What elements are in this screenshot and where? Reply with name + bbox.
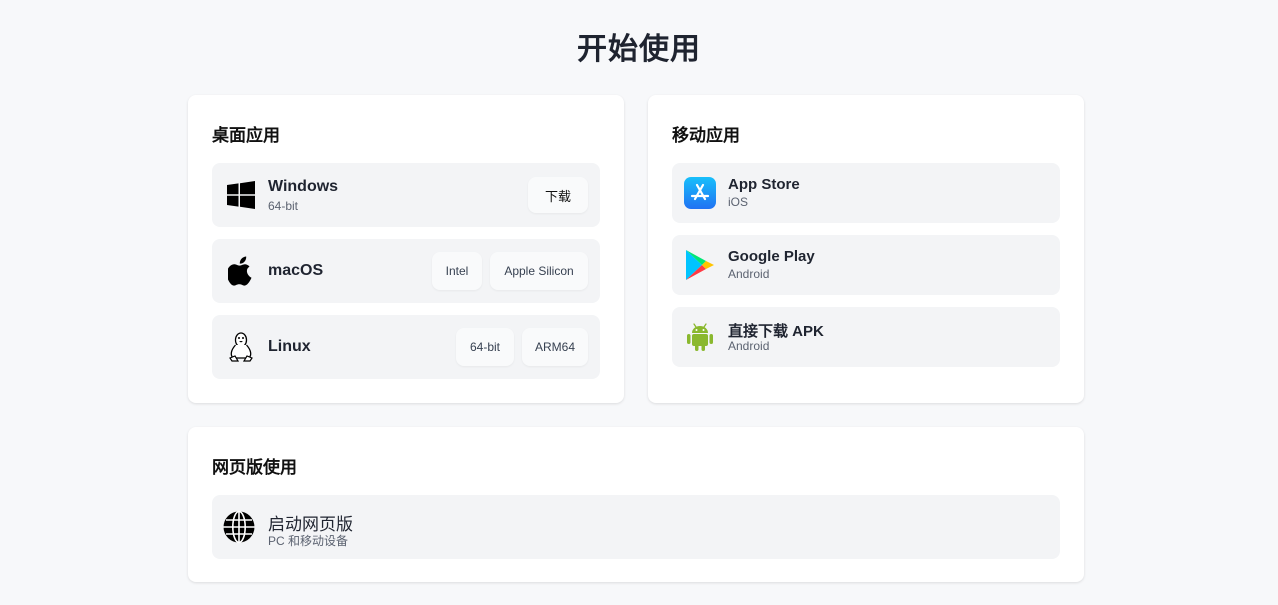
linux-arm64-button[interactable]: ARM64 [522, 328, 588, 366]
windows-row: Windows 64-bit 下载 [212, 163, 600, 227]
macos-intel-button[interactable]: Intel [432, 252, 482, 290]
google-play-icon [684, 249, 716, 281]
globe-icon [222, 510, 256, 544]
android-icon [684, 321, 716, 353]
apk-download-name: 直接下载 APK [728, 323, 824, 340]
launch-web-app-devices: PC 和移动设备 [268, 534, 349, 548]
windows-download-button[interactable]: 下载 [528, 177, 588, 213]
app-store-link[interactable]: App Store iOS [672, 163, 1060, 223]
web-app-card: 网页版使用 启动网页版 PC 和移动设备 [188, 427, 1084, 582]
linux-name: Linux [268, 338, 311, 355]
apk-download-link[interactable]: 直接下载 APK Android [672, 307, 1060, 367]
desktop-apps-card: 桌面应用 Windows 64-bit 下载 macOS Intel Apple… [188, 95, 624, 403]
page-title: 开始使用 [577, 33, 701, 66]
apk-download-platform: Android [728, 339, 770, 353]
app-store-icon [684, 177, 716, 209]
macos-apple-silicon-button[interactable]: Apple Silicon [490, 252, 588, 290]
launch-web-app-link[interactable]: 启动网页版 PC 和移动设备 [212, 495, 1060, 559]
windows-logo-icon [226, 180, 256, 210]
linux-row: Linux 64-bit ARM64 [212, 315, 600, 379]
linux-penguin-icon [226, 332, 256, 362]
google-play-link[interactable]: Google Play Android [672, 235, 1060, 295]
google-play-name: Google Play [728, 248, 815, 265]
macos-row: macOS Intel Apple Silicon [212, 239, 600, 303]
web-app-title: 网页版使用 [212, 458, 297, 477]
windows-arch: 64-bit [268, 199, 299, 213]
apple-logo-icon [226, 256, 256, 286]
linux-64bit-button[interactable]: 64-bit [456, 328, 514, 366]
mobile-apps-card: 移动应用 App Store iOS Google Play Android 直… [648, 95, 1084, 403]
macos-name: macOS [268, 262, 324, 279]
app-store-name: App Store [728, 176, 800, 193]
mobile-apps-title: 移动应用 [672, 126, 740, 145]
desktop-apps-title: 桌面应用 [212, 126, 280, 145]
google-play-platform: Android [728, 267, 770, 281]
app-store-platform: iOS [728, 195, 749, 209]
windows-name: Windows [268, 178, 339, 195]
